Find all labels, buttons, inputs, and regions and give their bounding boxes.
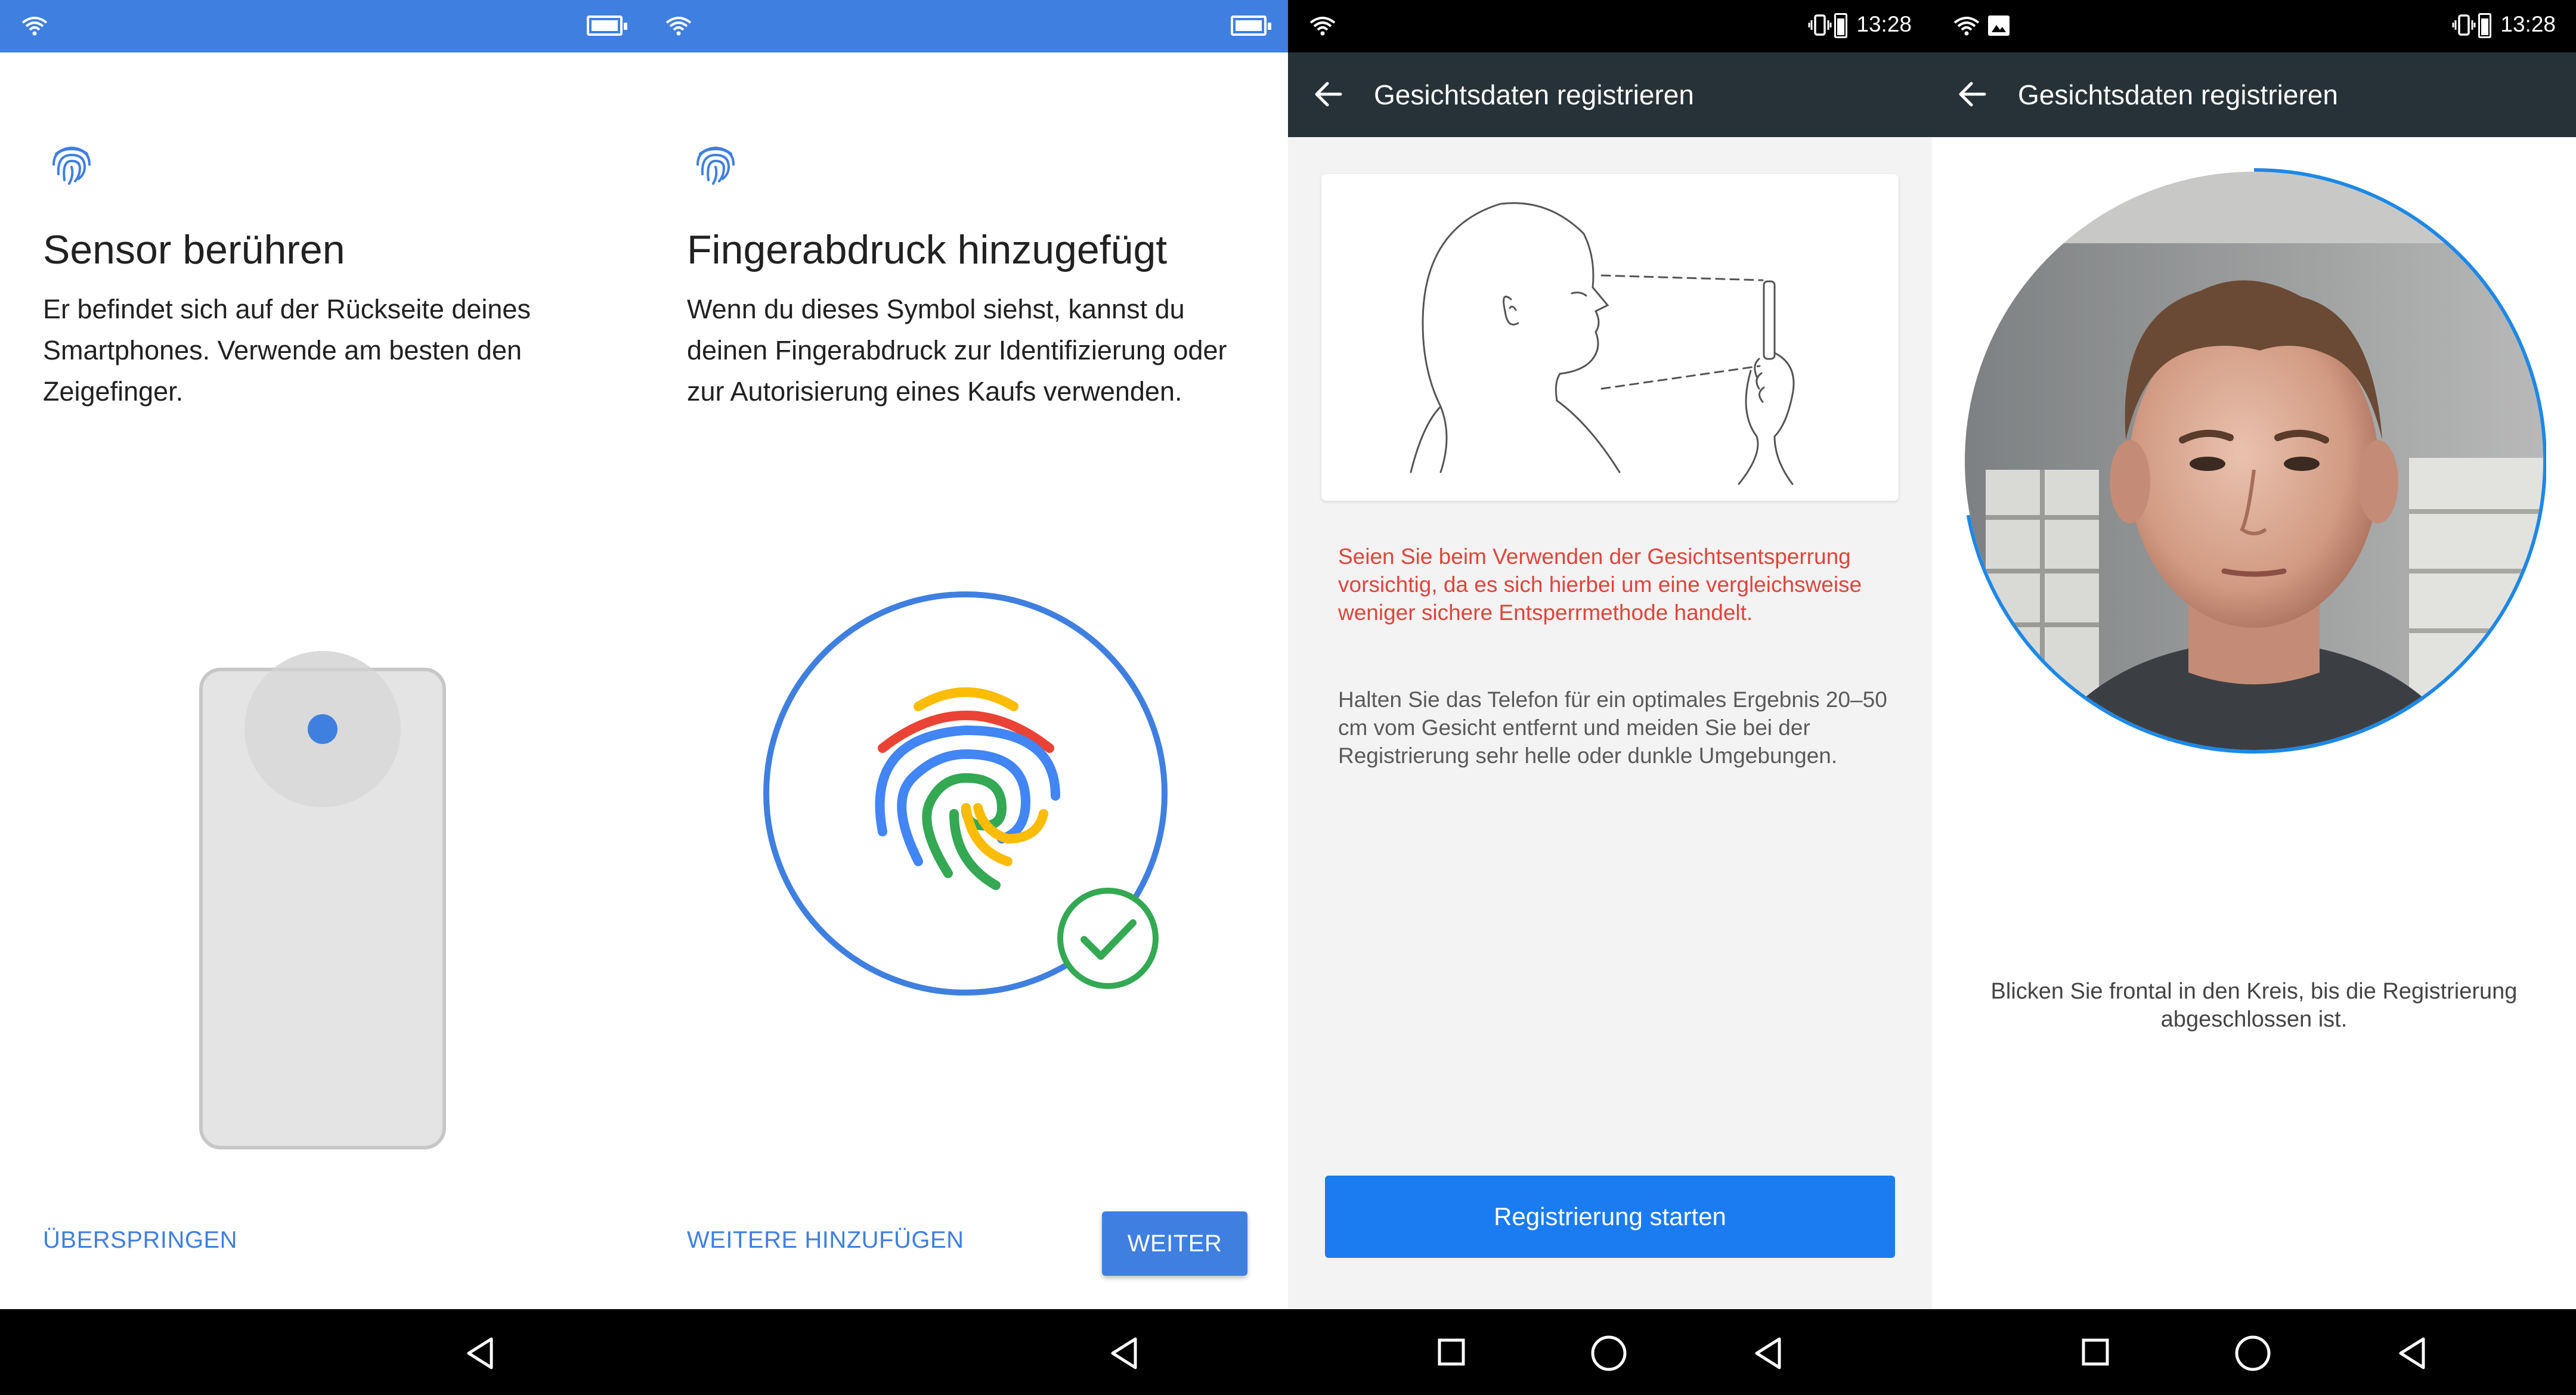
vibrate-icon bbox=[1808, 14, 1832, 36]
fingerprint-icon bbox=[52, 147, 91, 185]
skip-button[interactable]: ÜBERSPRINGEN bbox=[43, 1227, 237, 1254]
nav-recents-icon[interactable] bbox=[1437, 1338, 1466, 1366]
vibrate-icon bbox=[2452, 14, 2476, 36]
screen-face-registration-intro: 13:28 Gesichtsdaten registrieren Seien S… bbox=[1288, 0, 1932, 1395]
navigation-bar bbox=[1932, 1309, 2576, 1395]
navigation-bar bbox=[0, 1309, 644, 1395]
description: Wenn du dieses Symbol siehst, kannst du … bbox=[687, 294, 1227, 407]
instruction-text: Blicken Sie frontal in den Kreis, bis di… bbox=[1990, 979, 2518, 1032]
face-distance-illustration bbox=[1321, 174, 1899, 501]
screen-sensor-touch: Sensor berühren Er befindet sich auf der… bbox=[0, 0, 644, 1395]
clock: 13:28 bbox=[1856, 12, 1912, 36]
fingerprint-icon bbox=[875, 687, 1060, 890]
nav-home-icon[interactable] bbox=[1590, 1334, 1628, 1372]
check-circle-icon bbox=[1057, 888, 1159, 989]
battery-icon bbox=[2478, 13, 2491, 38]
next-button[interactable]: WEITER bbox=[1102, 1211, 1247, 1276]
fingerprint-icon bbox=[696, 147, 735, 185]
navigation-bar bbox=[1288, 1309, 1932, 1395]
camera-preview bbox=[1962, 168, 2546, 754]
page-title: Sensor berühren bbox=[43, 227, 345, 272]
security-warning: Seien Sie beim Verwenden der Gesichtsent… bbox=[1338, 544, 1862, 625]
screen-face-registration-capture: 13:28 Gesichtsdaten registrieren Blicken… bbox=[1932, 0, 2576, 1395]
battery-icon bbox=[1834, 13, 1847, 38]
sensor-dot bbox=[308, 714, 338, 744]
app-bar-title: Gesichtsdaten registrieren bbox=[1374, 79, 1694, 110]
usage-hint: Halten Sie das Telefon für ein optimales… bbox=[1338, 687, 1887, 768]
battery-icon bbox=[587, 16, 627, 36]
start-registration-button[interactable]: Registrierung starten bbox=[1325, 1176, 1895, 1258]
battery-icon bbox=[1231, 16, 1271, 36]
nav-back-icon[interactable] bbox=[1753, 1337, 1783, 1370]
description: Er befindet sich auf der Rückseite deine… bbox=[43, 294, 531, 407]
wifi-icon bbox=[665, 17, 692, 36]
app-bar: Gesichtsdaten registrieren bbox=[1288, 52, 1932, 137]
wifi-icon bbox=[1953, 17, 1980, 36]
screen-fingerprint-added: Fingerabdruck hinzugefügt Wenn du dieses… bbox=[644, 0, 1288, 1395]
arrow-back-icon[interactable] bbox=[1958, 81, 1987, 107]
add-more-button[interactable]: WEITERE HINZUFÜGEN bbox=[687, 1227, 964, 1254]
page-title: Fingerabdruck hinzugefügt bbox=[687, 227, 1168, 272]
status-bar: 13:28 bbox=[1932, 0, 2576, 52]
nav-back-icon[interactable] bbox=[1109, 1337, 1139, 1370]
image-notification-icon bbox=[1988, 16, 2010, 36]
arrow-back-icon[interactable] bbox=[1314, 81, 1343, 107]
wifi-icon bbox=[21, 17, 48, 36]
status-bar bbox=[0, 0, 644, 52]
nav-recents-icon[interactable] bbox=[2081, 1338, 2110, 1366]
nav-home-icon[interactable] bbox=[2234, 1334, 2272, 1372]
nav-back-icon[interactable] bbox=[465, 1337, 495, 1370]
clock: 13:28 bbox=[2500, 12, 2556, 36]
app-bar: Gesichtsdaten registrieren bbox=[1932, 52, 2576, 137]
app-bar-title: Gesichtsdaten registrieren bbox=[2018, 79, 2338, 110]
nav-back-icon[interactable] bbox=[2397, 1337, 2427, 1370]
status-bar: 13:28 bbox=[1288, 0, 1932, 52]
navigation-bar bbox=[644, 1309, 1288, 1395]
wifi-icon bbox=[1309, 17, 1336, 36]
status-bar bbox=[644, 0, 1288, 52]
